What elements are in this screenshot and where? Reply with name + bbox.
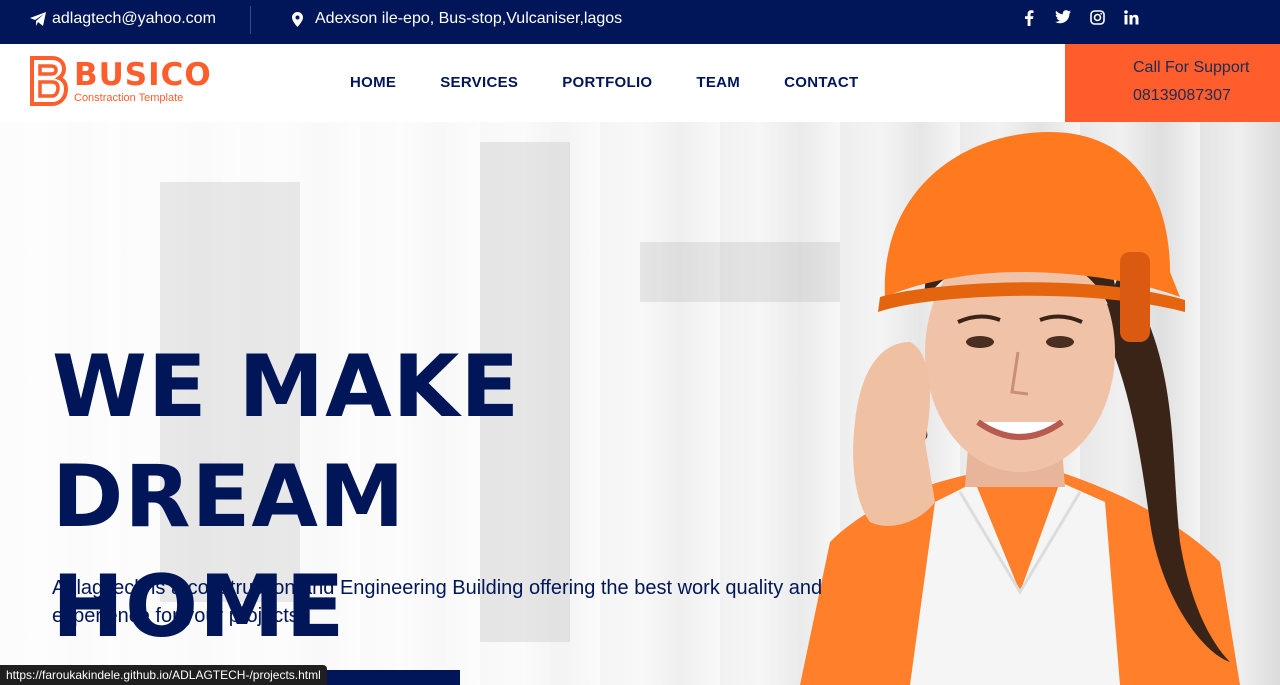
linkedin-icon[interactable] — [1114, 10, 1148, 26]
nav-portfolio[interactable]: PORTFOLIO — [562, 74, 652, 91]
browser-status-url: https://faroukakindele.github.io/ADLAGTE… — [0, 665, 327, 685]
paper-plane-icon — [30, 12, 46, 26]
main-nav: HOME SERVICES PORTFOLIO TEAM CONTACT — [350, 74, 858, 91]
brand-logo[interactable]: BUSICO Constraction Template — [30, 56, 212, 108]
hero-section: WE MAKE DREAM HOME AdlagTech is a constr… — [0, 122, 1280, 685]
top-bar: adlagtech@yahoo.com Adexson ile-epo, Bus… — [0, 0, 1280, 44]
instagram-icon[interactable] — [1080, 10, 1114, 26]
brand-name: BUSICO — [74, 57, 212, 93]
hero-title-line-1: WE MAKE DREAM — [52, 337, 521, 547]
brand-tagline: Constraction Template — [74, 92, 184, 104]
nav-home[interactable]: HOME — [350, 74, 396, 91]
email-text: adlagtech@yahoo.com — [52, 10, 216, 27]
hero-description: AdlagTech is a construction and Engineer… — [52, 577, 823, 627]
nav-contact[interactable]: CONTACT — [784, 74, 858, 91]
site-header: BUSICO Constraction Template HOME SERVIC… — [0, 44, 1280, 122]
social-links — [1012, 10, 1148, 26]
logo-mark-icon — [30, 56, 69, 108]
support-phone[interactable]: 08139087307 — [1133, 87, 1231, 105]
twitter-icon[interactable] — [1046, 10, 1080, 26]
email-contact[interactable]: adlagtech@yahoo.com — [30, 10, 216, 28]
divider — [250, 6, 251, 34]
facebook-icon[interactable] — [1012, 10, 1046, 26]
support-box[interactable]: Call For Support 08139087307 — [1065, 44, 1280, 122]
location-pin-icon — [292, 11, 303, 27]
address-contact: Adexson ile-epo, Bus-stop,Vulcaniser,lag… — [292, 10, 622, 28]
support-label: Call For Support — [1133, 59, 1250, 76]
nav-team[interactable]: TEAM — [696, 74, 740, 91]
address-text: Adexson ile-epo, Bus-stop,Vulcaniser,lag… — [315, 10, 623, 27]
nav-services[interactable]: SERVICES — [440, 74, 518, 91]
